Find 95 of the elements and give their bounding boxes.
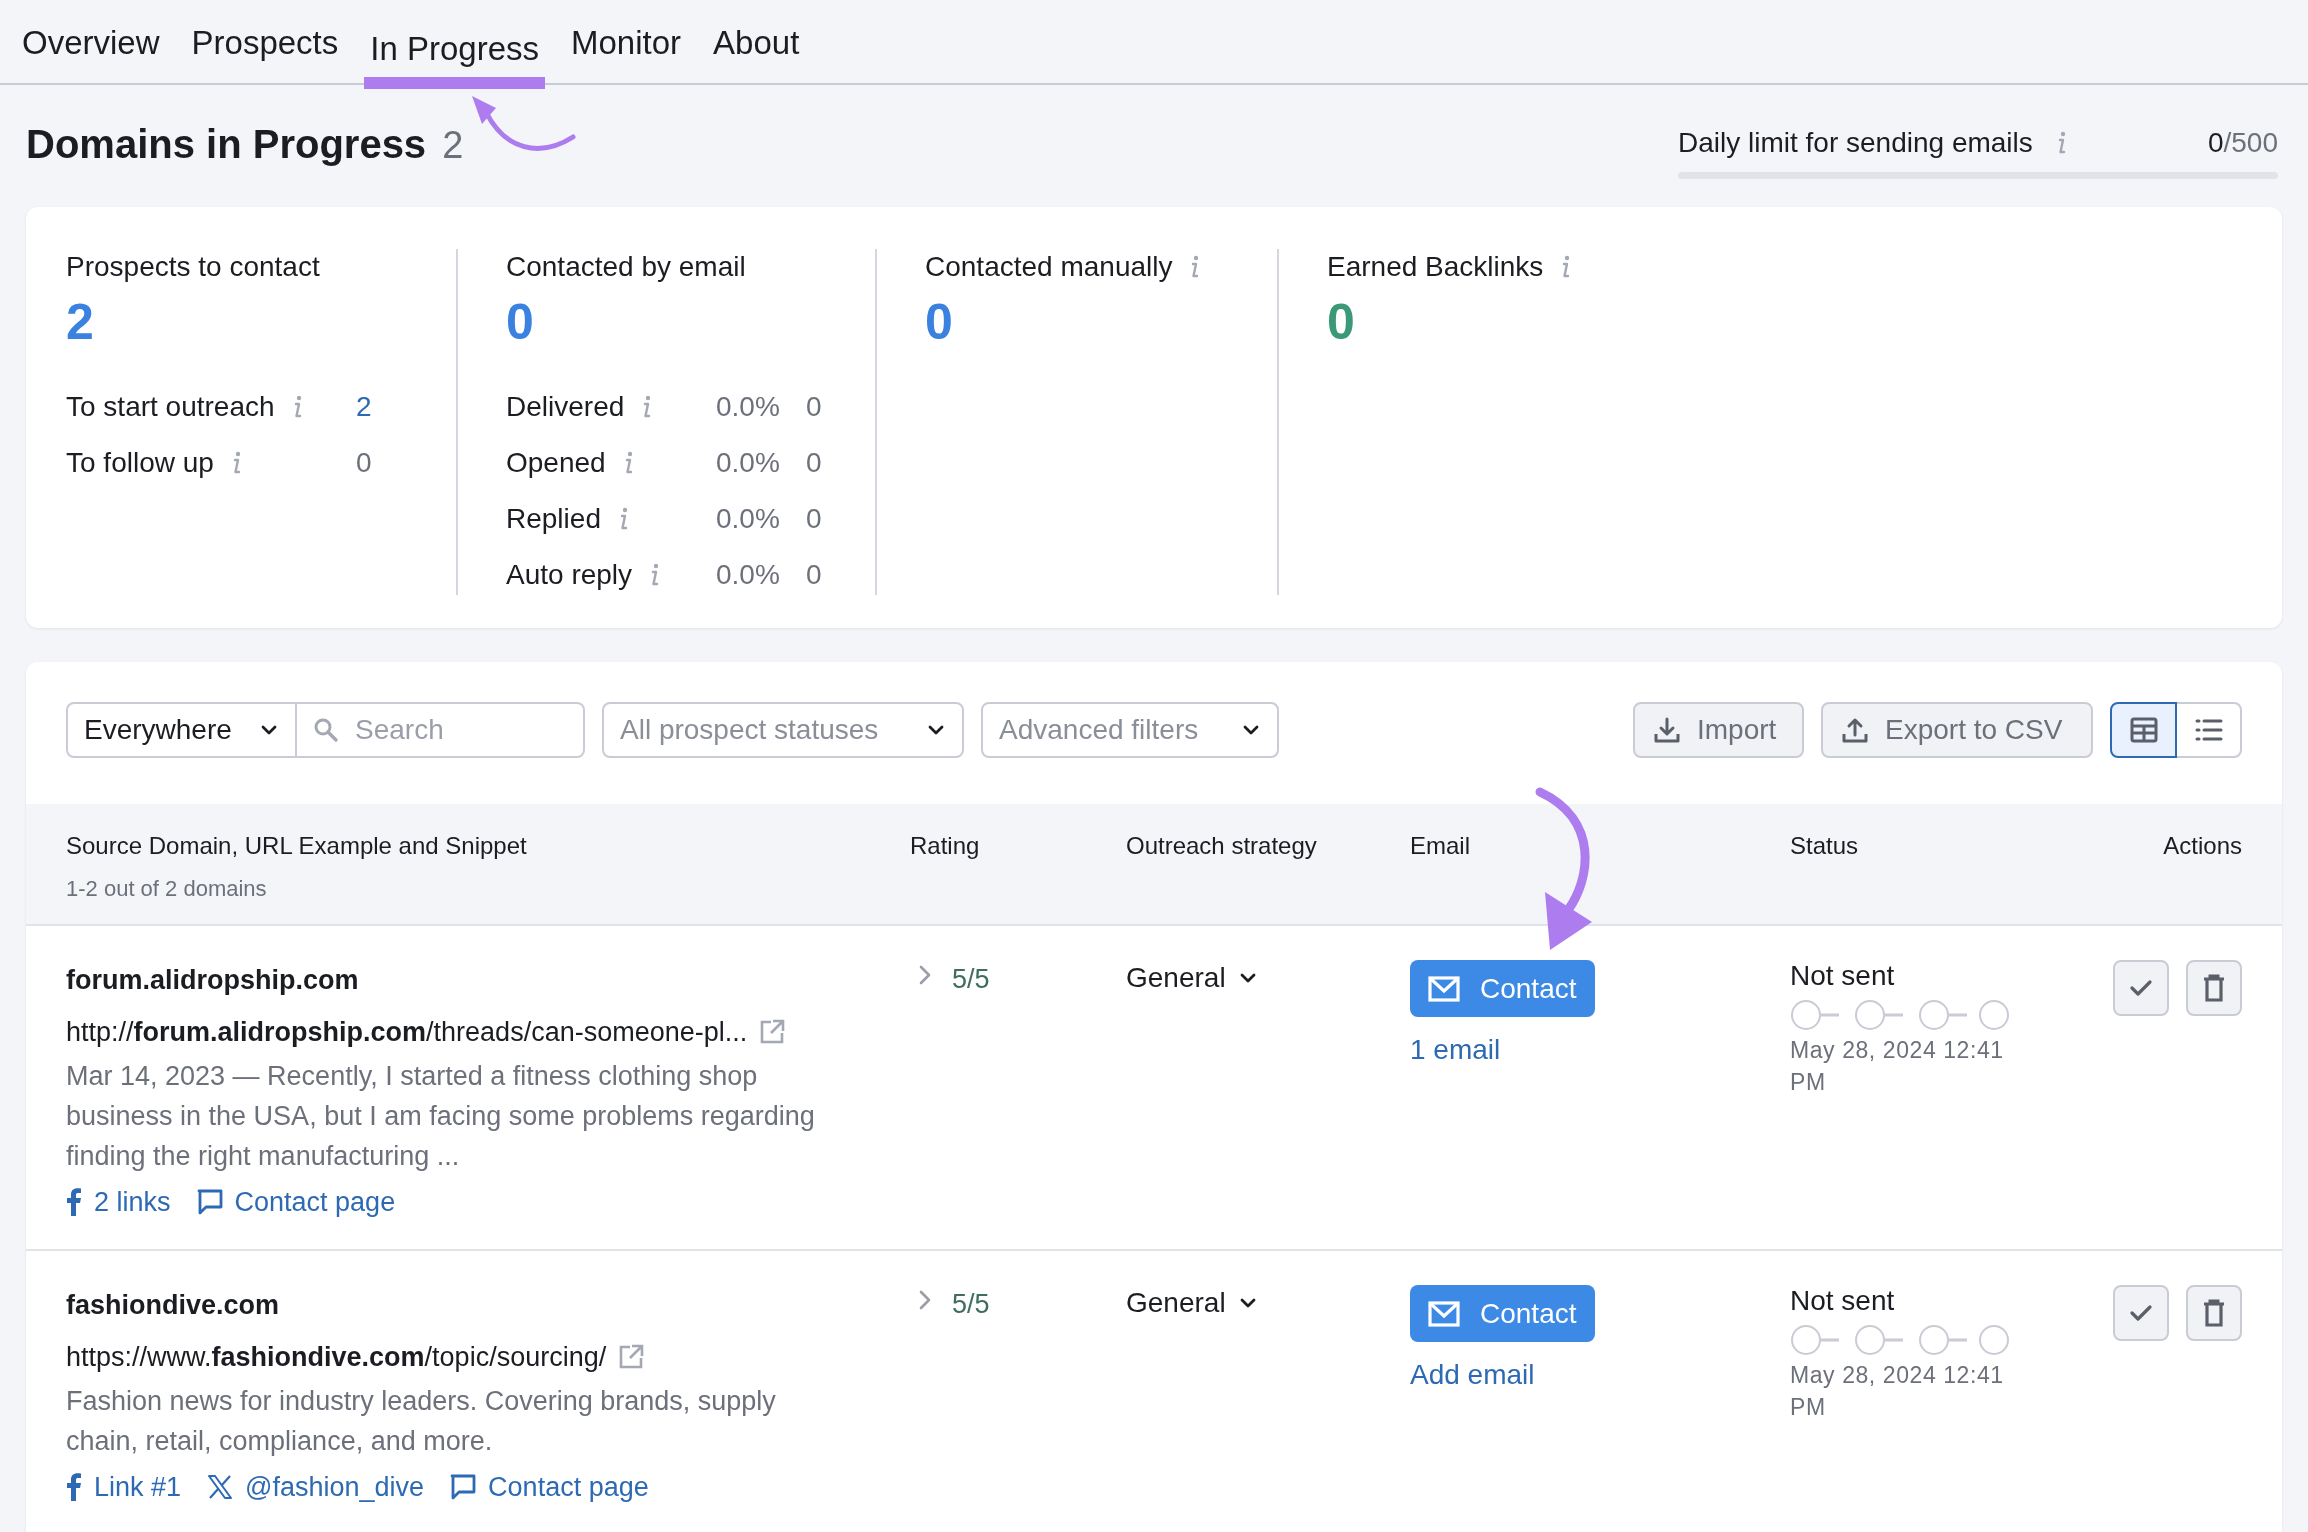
nav-tab[interactable]: Overview [16, 23, 166, 83]
check-icon [2129, 978, 2153, 998]
status-date: May 28, 2024 12:41 PM [1790, 1036, 2005, 1097]
done-button[interactable] [2113, 960, 2169, 1016]
stat-count: 0 [356, 446, 372, 480]
strategy-dropdown[interactable]: General [1126, 960, 1258, 996]
location-dropdown[interactable]: Everywhere [66, 702, 297, 758]
stat-percent: 0.0% [716, 502, 781, 536]
snippet: Mar 14, 2023 — Recently, I started a fitness clothing shop business in the USA, but I am facing some problems regarding finding the right manufacturing ... [66, 1060, 816, 1173]
column-header[interactable]: Rating [910, 830, 1126, 862]
x-logo-icon [207, 1474, 234, 1501]
progress-steps-icon [1790, 1323, 2010, 1357]
strategy-dropdown[interactable]: General [1126, 1285, 1258, 1321]
daily-limit-label: Daily limit for sending emails [1678, 126, 2033, 160]
stat-percent: 0.0% [716, 390, 781, 424]
stat-value: 0 [1327, 293, 1356, 352]
stat-count: 0 [806, 390, 822, 424]
email-link[interactable]: 1 email [1410, 1029, 1501, 1071]
column-header[interactable]: Actions [2163, 830, 2242, 862]
column-header[interactable]: Status [1790, 830, 2100, 862]
facebook-icon [66, 1473, 82, 1502]
status-date: May 28, 2024 12:41 PM [1790, 1361, 2005, 1422]
mail-icon [1428, 1299, 1460, 1328]
mail-icon [1428, 974, 1460, 1003]
domain-count: 2 [442, 123, 464, 168]
social-link[interactable]: Contact page [488, 1467, 649, 1508]
trash-icon [2203, 974, 2225, 1002]
facebook-icon [66, 1188, 82, 1217]
stat-label: Prospects to contact [66, 250, 320, 284]
url-example[interactable]: https://www.fashiondive.com/topic/sourcing/ [66, 1339, 607, 1375]
nav-tab[interactable]: About [707, 23, 806, 83]
stat-count: 0 [806, 502, 822, 536]
chat-bubble-icon [196, 1189, 223, 1216]
domain-range: 1-2 out of 2 domains [66, 875, 268, 903]
chevron-right-icon[interactable] [918, 964, 932, 986]
stat-row-label: To follow up [66, 446, 214, 480]
stat-row-label: Opened [506, 446, 606, 480]
upload-icon [1841, 716, 1869, 744]
page-title: Domains in Progress [26, 121, 427, 168]
external-link-icon[interactable] [759, 1019, 786, 1045]
chevron-right-icon[interactable] [918, 1289, 932, 1311]
view-toggle[interactable] [2110, 702, 2177, 758]
export-button[interactable]: Export to CSV [1821, 702, 2093, 758]
social-link[interactable]: 2 links [94, 1182, 171, 1223]
stat-count: 0 [806, 558, 822, 592]
rating: 5/5 [952, 964, 990, 994]
table-view-icon [2129, 717, 2158, 743]
stat-value: 0 [925, 293, 954, 352]
rating: 5/5 [952, 1289, 990, 1319]
source-domain[interactable]: forum.alidropship.com [66, 960, 890, 1000]
stat-label: Contacted by email [506, 250, 746, 284]
stat-value: 2 [66, 293, 95, 352]
delete-button[interactable] [2186, 1285, 2242, 1341]
contact-button[interactable]: Contact [1410, 1285, 1595, 1342]
stat-row-label: To start outreach [66, 390, 275, 424]
download-icon [1653, 716, 1681, 744]
search-icon [313, 717, 339, 743]
source-domain[interactable]: fashiondive.com [66, 1285, 890, 1325]
email-link[interactable]: Add email [1410, 1354, 1535, 1396]
social-link[interactable]: @fashion_dive [245, 1467, 425, 1508]
limit-used: 0 [2207, 126, 2224, 160]
check-icon [2129, 1303, 2153, 1323]
column-header[interactable]: Outreach strategy [1126, 830, 1410, 862]
list-view-icon [2194, 718, 2223, 742]
contact-button[interactable]: Contact [1410, 960, 1595, 1017]
stat-row-label: Replied [506, 502, 601, 536]
stat-row-label: Delivered [506, 390, 625, 424]
url-example[interactable]: http://forum.alidropship.com/threads/can-someone-pl... [66, 1014, 748, 1050]
stat-value: 0 [506, 293, 535, 352]
stat-row-label: Auto reply [506, 558, 633, 592]
stat-label: Contacted manually [925, 250, 1173, 284]
social-link[interactable]: Link #1 [94, 1467, 182, 1508]
stat-label: Earned Backlinks [1327, 250, 1544, 284]
nav-tab[interactable]: In Progress [364, 29, 545, 89]
limit-total: /500 [2223, 126, 2278, 160]
nav-tab[interactable]: Prospects [185, 23, 345, 83]
status-text: Not sent [1790, 1285, 1896, 1317]
status-text: Not sent [1790, 960, 1896, 992]
delete-button[interactable] [2186, 960, 2242, 1016]
import-button[interactable]: Import [1633, 702, 1804, 758]
column-header[interactable]: Source Domain, URL Example and Snippet [66, 830, 910, 862]
stat-percent: 0.0% [716, 558, 781, 592]
done-button[interactable] [2113, 1285, 2169, 1341]
snippet: Fashion news for industry leaders. Covering brands, supply chain, retail, compliance, and more. [66, 1385, 777, 1458]
chat-bubble-icon [450, 1474, 477, 1501]
column-header[interactable]: Email [1410, 830, 1790, 862]
progress-steps-icon [1790, 998, 2010, 1032]
stat-count: 0 [806, 446, 822, 480]
trash-icon [2203, 1299, 2225, 1327]
search-field[interactable]: Search [297, 702, 585, 758]
nav-tab[interactable]: Monitor [565, 23, 688, 83]
social-link[interactable]: Contact page [234, 1182, 396, 1223]
stat-count-link[interactable]: 2 [356, 386, 372, 428]
external-link-icon[interactable] [618, 1344, 645, 1370]
stat-percent: 0.0% [716, 446, 781, 480]
